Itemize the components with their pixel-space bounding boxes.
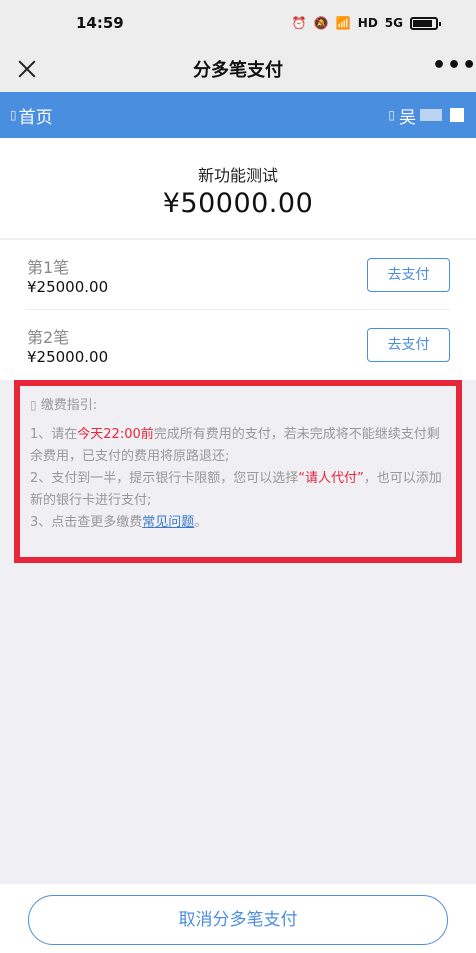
- close-icon[interactable]: [12, 54, 42, 84]
- guide-glyph-icon: ▯: [30, 398, 37, 412]
- user-square-icon: [450, 108, 464, 122]
- proxy-pay-highlight: “请人代付”: [298, 471, 364, 486]
- page-title: 分多笔支付: [193, 60, 283, 81]
- installment-amount: ¥25000.00: [27, 278, 109, 296]
- payment-total: ¥50000.00: [162, 188, 314, 219]
- alarm-icon: ⏰: [291, 16, 307, 30]
- user-glyph-icon: ▯: [388, 108, 395, 122]
- deadline-highlight: 今天22:00前: [77, 427, 154, 442]
- amount-panel: 新功能测试 ¥50000.00: [0, 138, 476, 238]
- installment-row: 第1笔 ¥25000.00 去支付: [0, 240, 476, 310]
- faq-link[interactable]: 常见问题: [142, 515, 194, 530]
- status-bar: 14:59 ⏰ 🔕 📶 HD 5G: [0, 0, 476, 46]
- installment-name: 第1笔: [27, 258, 70, 277]
- bottom-bar: 取消分多笔支付: [0, 884, 476, 953]
- installment-row: 第2笔 ¥25000.00 去支付: [0, 310, 476, 380]
- home-label: 首页: [18, 107, 53, 128]
- installment-amount: ¥25000.00: [27, 348, 109, 366]
- guide-title-text: 缴费指引:: [40, 398, 98, 413]
- payment-subject: 新功能测试: [197, 166, 278, 185]
- title-bar: 分多笔支付 •••: [0, 46, 476, 92]
- nav-bar: ▯ 首页 ▯ 吴: [0, 92, 476, 138]
- cancel-split-pay-button[interactable]: 取消分多笔支付: [28, 895, 448, 945]
- guide-item-3: 3、点击查更多缴费常见问题。: [30, 515, 208, 530]
- user-info[interactable]: ▯ 吴: [388, 103, 464, 128]
- status-icons: ⏰ 🔕 📶 HD 5G: [291, 16, 441, 30]
- installment-list: 第1笔 ¥25000.00 去支付 第2笔 ¥25000.00 去支付: [0, 240, 476, 380]
- guide-title: ▯ 缴费指引:: [30, 394, 448, 417]
- signal-label: 5G: [384, 16, 403, 30]
- installment-name: 第2笔: [27, 328, 70, 347]
- more-options-button[interactable]: •••: [432, 55, 476, 82]
- user-name-blur: [420, 109, 442, 121]
- mute-icon: 🔕: [313, 16, 329, 30]
- status-time: 14:59: [76, 14, 124, 32]
- user-name: 吴: [399, 107, 416, 128]
- payment-guide: ▯ 缴费指引: 1、请在今天22:00前完成所有费用的支付，若未完成将不能继续支…: [14, 380, 462, 563]
- battery-icon: [410, 16, 441, 30]
- home-link[interactable]: ▯ 首页: [10, 103, 53, 128]
- hd-badge: HD: [357, 16, 378, 30]
- pay-button[interactable]: 去支付: [367, 258, 450, 292]
- wifi-icon: 📶: [335, 16, 351, 30]
- guide-item-1: 1、请在今天22:00前完成所有费用的支付，若未完成将不能继续支付剩余费用，已支…: [30, 427, 440, 464]
- home-glyph-icon: ▯: [10, 108, 17, 122]
- pay-button[interactable]: 去支付: [367, 328, 450, 362]
- guide-item-2: 2、支付到一半，提示银行卡限额，您可以选择“请人代付”，也可以添加新的银行卡进行…: [30, 471, 442, 508]
